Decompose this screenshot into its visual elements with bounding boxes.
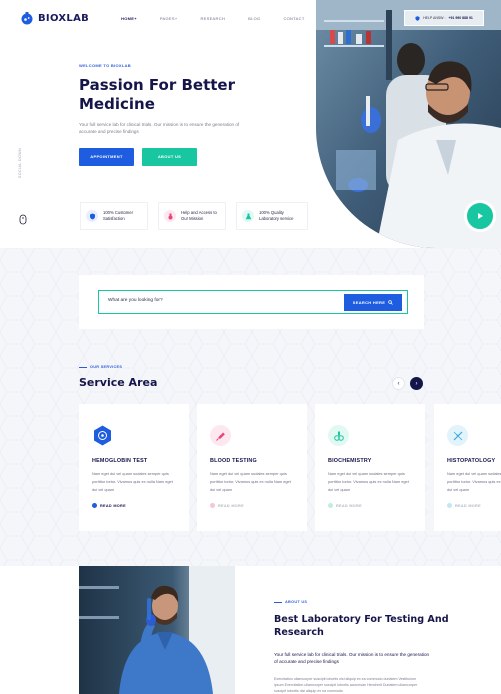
about-title: Best Laboratory For Testing And Research <box>274 614 449 638</box>
hero-title: Passion For Better Medicine <box>79 76 235 113</box>
about-eyebrow: ABOUT US <box>274 600 307 604</box>
help-label: HELP ANSW : <box>423 16 446 20</box>
read-more-label: READ MORE <box>455 503 481 508</box>
card-title: BLOOD TESTING <box>210 458 257 464</box>
card-description: Nam eget dui vel quam sodales semper qui… <box>210 471 291 492</box>
about-body: Exercitation ullamcorper suscipit lobort… <box>274 677 418 693</box>
feature-text: 100% Quality Laboratory service <box>259 210 294 221</box>
carousel-next-button[interactable]: › <box>410 377 423 390</box>
feature-text: 100% Customer Satisfaction <box>103 210 134 221</box>
search-placeholder: What are you looking for? <box>108 298 163 303</box>
feature-text: Help and Access to Our Mission <box>181 210 217 221</box>
flask-logo-icon <box>21 12 33 25</box>
eyebrow-line <box>79 366 87 368</box>
search-button[interactable]: SEARCH HERE <box>344 294 402 311</box>
dna-icon <box>447 425 468 446</box>
about-us-button[interactable]: ABOUT US <box>142 148 197 166</box>
card-description: Nam eget dui vel quam sodales semper qui… <box>92 471 173 492</box>
read-more-link[interactable]: READ MORE <box>447 503 481 508</box>
search-icon <box>388 300 393 305</box>
bullet-icon <box>92 503 97 508</box>
read-more-label: READ MORE <box>218 503 244 508</box>
service-card-biochemistry[interactable]: BIOCHEMISTRY Nam eget dui vel quam sodal… <box>315 404 425 531</box>
hero-description: Your full service lab for clinical trial… <box>79 122 240 134</box>
search-button-label: SEARCH HERE <box>352 300 386 305</box>
eyebrow-line <box>274 601 282 603</box>
brand-name: BIOXLAB <box>38 12 90 24</box>
about-eyebrow-text: ABOUT US <box>285 600 308 604</box>
hero-section: BIOXLAB HOME+ PAGES+ RESEARCH BLOG CONTA… <box>0 0 501 248</box>
blood-cell-icon <box>92 425 113 446</box>
carousel-prev-button[interactable]: ‹ <box>392 377 405 390</box>
hero-eyebrow: WELCOME TO BIOXLAB <box>79 63 131 68</box>
syringe-icon <box>210 425 231 446</box>
microscope-icon <box>328 425 349 446</box>
chevron-right-icon: › <box>415 380 418 387</box>
video-play-button[interactable] <box>464 200 496 232</box>
nav-blog[interactable]: BLOG <box>248 16 260 21</box>
read-more-link[interactable]: READ MORE <box>328 503 362 508</box>
lab-icon <box>164 210 176 222</box>
bullet-icon <box>447 503 452 508</box>
card-title: BIOCHEMISTRY <box>328 458 372 464</box>
feature-satisfaction: 100% Customer Satisfaction <box>80 202 148 230</box>
social-label: SOCIAL DOWN <box>18 147 22 178</box>
card-description: Nam eget dui vel quam sodales semper qui… <box>328 471 409 492</box>
read-more-label: READ MORE <box>100 503 126 508</box>
feature-mission: Help and Access to Our Mission <box>158 202 226 230</box>
main-nav: HOME+ PAGES+ RESEARCH BLOG CONTACT <box>121 16 328 21</box>
help-contact-box[interactable]: HELP ANSW : +91 990 888 91 <box>404 10 484 26</box>
services-eyebrow-text: OUR SERVICES <box>90 365 123 369</box>
nav-research[interactable]: RESEARCH <box>200 16 225 21</box>
service-card-hemoglobin[interactable]: HEMOGLOBIN TEST Nam eget dui vel quam so… <box>79 404 189 531</box>
services-title: Service Area <box>79 376 158 389</box>
nav-home[interactable]: HOME+ <box>121 16 137 21</box>
read-more-link[interactable]: READ MORE <box>210 503 244 508</box>
read-more-label: READ MORE <box>336 503 362 508</box>
nav-contact[interactable]: CONTACT <box>283 16 304 21</box>
play-icon <box>478 213 483 219</box>
brand-logo[interactable]: BIOXLAB <box>20 11 89 25</box>
chevron-left-icon: ‹ <box>397 380 400 387</box>
read-more-link[interactable]: READ MORE <box>92 503 126 508</box>
service-card-histopathology[interactable]: HISTOPATOLOGY Nam eget dui vel quam soda… <box>434 404 501 531</box>
service-card-blood-testing[interactable]: BLOOD TESTING Nam eget dui vel quam soda… <box>197 404 307 531</box>
bullet-icon <box>328 503 333 508</box>
about-scientist-photo <box>79 566 235 694</box>
card-title: HISTOPATOLOGY <box>447 458 496 464</box>
mouse-scroll-icon[interactable] <box>19 214 27 226</box>
nav-pages[interactable]: PAGES+ <box>160 16 178 21</box>
bullet-icon <box>210 503 215 508</box>
card-title: HEMOGLOBIN TEST <box>92 458 148 464</box>
about-lead: Your full service lab for clinical trial… <box>274 652 430 664</box>
shield-help-icon <box>415 15 420 21</box>
help-phone: +91 990 888 91 <box>448 16 473 20</box>
feature-quality: 100% Quality Laboratory service <box>236 202 308 230</box>
card-description: Nam eget dui vel quam sodales semper qui… <box>447 471 501 492</box>
services-eyebrow: OUR SERVICES <box>79 365 122 369</box>
shield-icon <box>86 210 98 222</box>
flask-icon <box>242 210 254 222</box>
appointment-button[interactable]: APPOINTMENT <box>79 148 134 166</box>
